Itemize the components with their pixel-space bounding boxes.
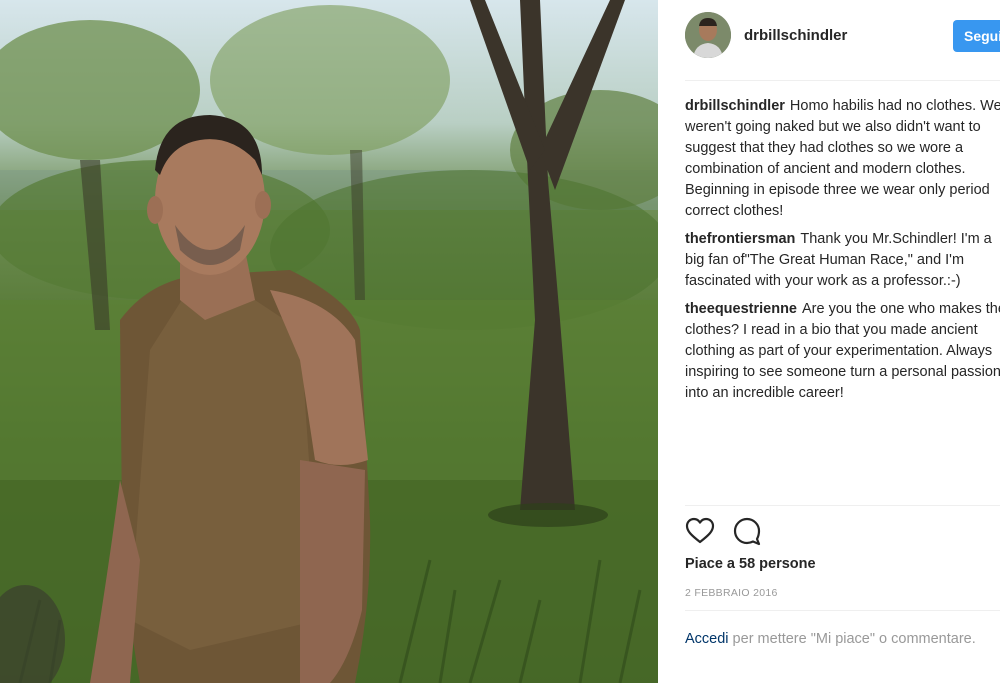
comment: theequestrienne Are you the one who makes… — [685, 299, 1000, 404]
comment: drbillschindler Homo habilis had no cloth… — [685, 96, 1000, 222]
photo-scene — [0, 0, 658, 683]
likes-count[interactable]: Piace a 58 persone — [685, 556, 816, 572]
footer-divider — [685, 610, 1000, 611]
comment-username[interactable]: thefrontiersman — [685, 231, 795, 247]
actions-divider — [685, 505, 1000, 506]
post-side-panel: drbillschindler Segui drbillschindler Hom… — [658, 0, 1000, 683]
post-photo[interactable] — [0, 0, 658, 683]
comment-username[interactable]: theequestrienne — [685, 301, 797, 317]
avatar-image — [685, 12, 731, 58]
login-prompt-text: per mettere "Mi piace" o commentare. — [728, 631, 976, 647]
login-link[interactable]: Accedi — [685, 631, 729, 647]
heart-icon[interactable] — [685, 516, 715, 546]
comments-list: drbillschindler Homo habilis had no cloth… — [685, 96, 1000, 411]
post-date: 2 FEBBRAIO 2016 — [685, 587, 778, 599]
follow-button[interactable]: Segui — [953, 20, 1000, 52]
comment-username[interactable]: drbillschindler — [685, 98, 785, 114]
comment-text: Homo habilis had no clothes. We weren't … — [685, 98, 1000, 219]
avatar[interactable] — [685, 12, 731, 58]
header-username[interactable]: drbillschindler — [744, 27, 847, 44]
login-prompt: Accedi per mettere "Mi piace" o commenta… — [685, 629, 985, 650]
comment: thefrontiersman Thank you Mr.Schindler! I… — [685, 229, 1000, 292]
post-header: drbillschindler Segui — [685, 12, 1000, 60]
header-divider — [685, 80, 1000, 81]
comment-bubble-icon[interactable] — [732, 516, 762, 546]
